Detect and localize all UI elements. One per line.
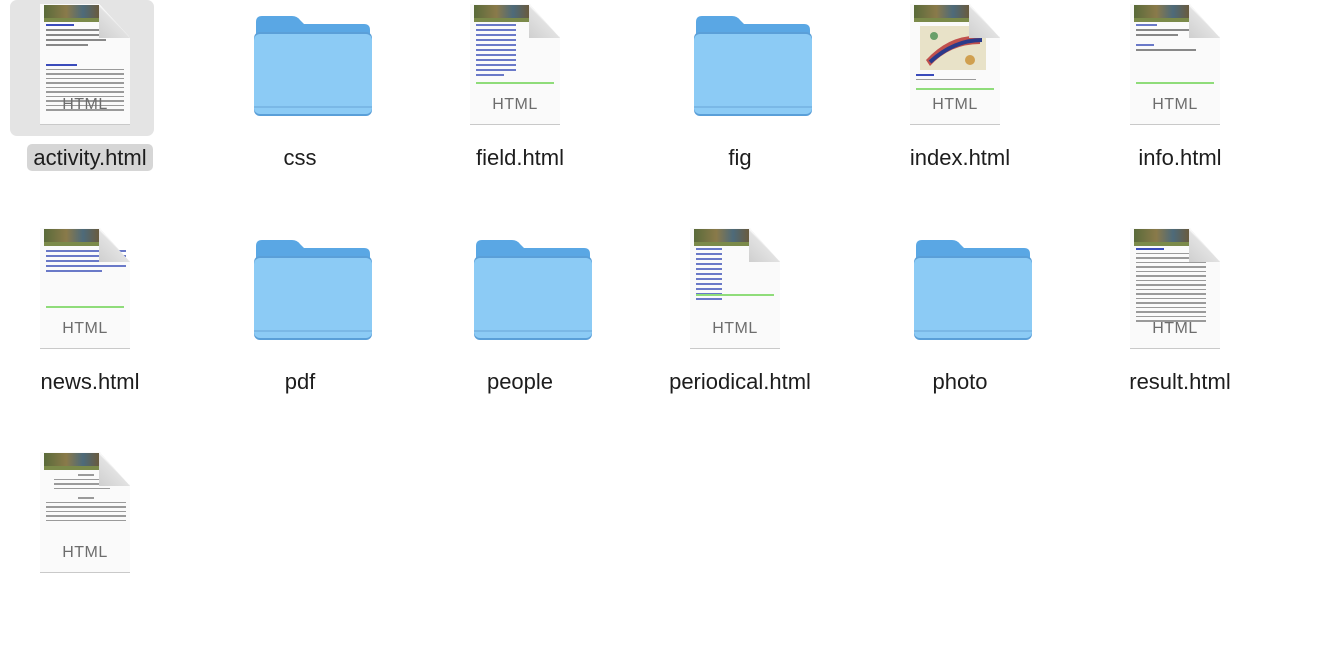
folder-icon: [474, 240, 592, 340]
file-field-html[interactable]: HTML field.html: [430, 0, 610, 224]
file-name: [0, 592, 180, 620]
html-document-icon: HTML: [40, 4, 130, 125]
file-type-badge: HTML: [1152, 320, 1198, 337]
file-type-badge: HTML: [62, 96, 108, 113]
folder-icon: [254, 16, 372, 116]
file-periodical-html[interactable]: HTML periodical.html: [650, 224, 830, 448]
file-type-badge: HTML: [62, 544, 108, 561]
file-name: periodical.html: [669, 369, 811, 394]
html-document-icon: HTML: [1130, 228, 1220, 349]
folder-pdf[interactable]: pdf: [210, 224, 390, 448]
folder-fig[interactable]: fig: [650, 0, 830, 224]
html-document-icon: HTML: [1130, 4, 1220, 125]
file-index-html[interactable]: HTML index.html: [870, 0, 1050, 224]
file-name: news.html: [40, 369, 140, 394]
file-activity-html[interactable]: HTML activity.html: [0, 0, 180, 224]
file-type-badge: HTML: [712, 320, 758, 337]
folder-css[interactable]: css: [210, 0, 390, 224]
folder-icon: [694, 16, 812, 116]
file-name: photo: [932, 369, 988, 394]
html-document-icon: HTML: [690, 228, 780, 349]
file-name: fig: [728, 145, 752, 170]
file-name: index.html: [909, 145, 1011, 170]
file-type-badge: HTML: [492, 96, 538, 113]
file-name: field.html: [475, 145, 565, 170]
folder-people[interactable]: people: [430, 224, 610, 448]
file-result-html[interactable]: HTML result.html: [1090, 224, 1270, 448]
file-name: result.html: [1129, 369, 1231, 394]
html-document-icon: HTML: [910, 4, 1000, 125]
file-info-html[interactable]: HTML info.html: [1090, 0, 1270, 224]
folder-icon: [914, 240, 1032, 340]
html-document-icon: HTML: [470, 4, 560, 125]
file-name: css: [283, 145, 317, 170]
file-type-badge: HTML: [1152, 96, 1198, 113]
html-document-icon: HTML: [40, 228, 130, 349]
file-news-html[interactable]: HTML news.html: [0, 224, 180, 448]
file-name: people: [486, 369, 554, 394]
file-type-badge: HTML: [62, 320, 108, 337]
file-name: pdf: [284, 369, 316, 394]
file-untitled-html[interactable]: HTML: [0, 448, 180, 672]
file-name: activity.html: [0, 144, 180, 172]
html-document-icon: HTML: [40, 452, 130, 573]
folder-photo[interactable]: photo: [870, 224, 1050, 448]
folder-icon: [254, 240, 372, 340]
file-name: info.html: [1138, 145, 1222, 170]
file-type-badge: HTML: [932, 96, 978, 113]
